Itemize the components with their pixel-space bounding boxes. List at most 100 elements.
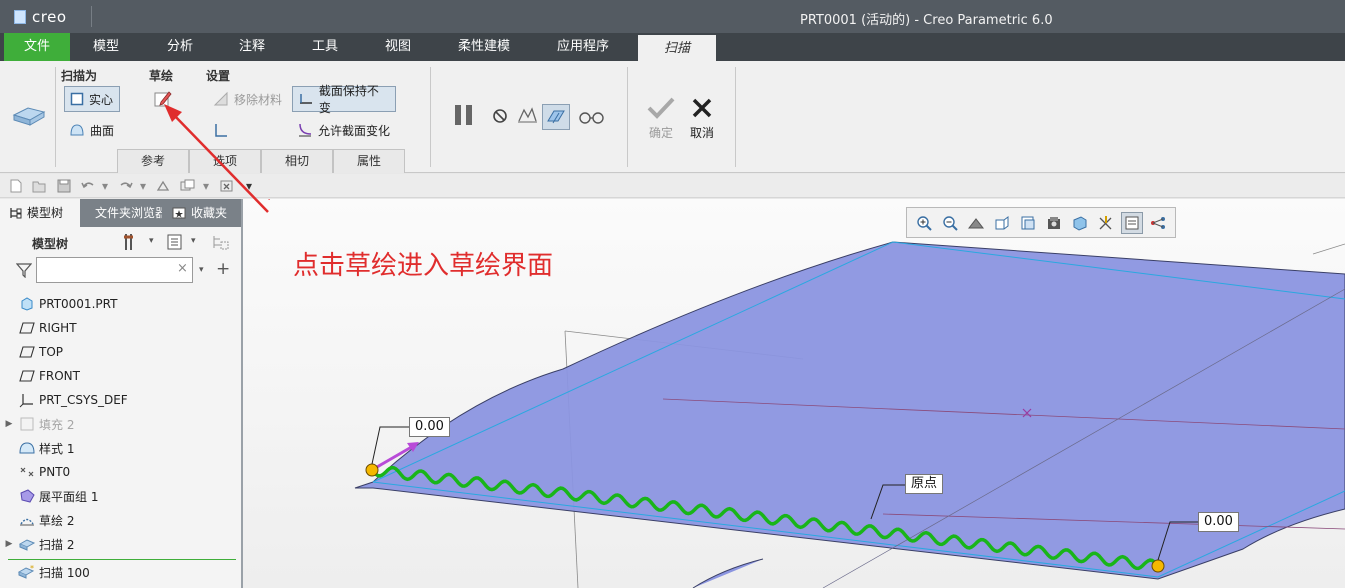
cancel-button[interactable]: 取消 — [685, 95, 719, 141]
no-preview-icon[interactable] — [492, 108, 508, 127]
redo-dropdown-icon[interactable]: ▾ — [139, 179, 147, 193]
tree-item-label: 扫描 100 — [39, 565, 90, 580]
search-dropdown-icon[interactable]: ▾ — [199, 265, 204, 275]
tree-show-dropdown-icon[interactable]: ▾ — [191, 236, 196, 246]
tree-item[interactable]: FRONT — [0, 365, 240, 387]
remove-material-button[interactable]: 移除材料 — [208, 86, 288, 112]
subtab-references[interactable]: 参考 — [117, 149, 189, 173]
variable-section-label: 允许截面变化 — [318, 123, 391, 138]
zoom-out-icon[interactable] — [939, 212, 961, 234]
tree-item[interactable]: RIGHT — [0, 317, 240, 339]
tab-favorites[interactable]: 收藏夹 — [164, 199, 241, 227]
tab-annotate[interactable]: 注释 — [218, 33, 286, 61]
tree-item[interactable]: 样式 1 — [0, 437, 240, 459]
tree-show-icon[interactable] — [166, 233, 184, 254]
ok-button[interactable]: 确定 — [644, 95, 678, 141]
regenerate-icon[interactable] — [156, 179, 170, 193]
fill-icon — [18, 416, 36, 432]
windows-icon[interactable] — [180, 179, 195, 193]
surface-label: 曲面 — [90, 123, 115, 138]
subtab-properties[interactable]: 属性 — [333, 149, 405, 173]
sketch-button[interactable] — [148, 86, 178, 112]
navigator-panel: 模型树 文件夹浏览器 收藏夹 模型树 ▾ ▾ × ▾ + PRT0001.PRT… — [0, 199, 243, 588]
start-point-handle[interactable] — [365, 463, 379, 477]
save-icon[interactable] — [57, 179, 71, 193]
tree-item[interactable]: PNT0 — [0, 461, 240, 483]
subtab-options[interactable]: 选项 — [189, 149, 261, 173]
tree-item-label: PRT_CSYS_DEF — [39, 393, 128, 407]
tab-tools[interactable]: 工具 — [291, 33, 359, 61]
refit-icon[interactable] — [965, 212, 987, 234]
tab-model[interactable]: 模型 — [72, 33, 140, 61]
clear-search-icon[interactable]: × — [177, 261, 188, 276]
tree-item[interactable]: TOP — [0, 341, 240, 363]
windows-dropdown-icon[interactable]: ▾ — [202, 179, 210, 193]
add-filter-icon[interactable]: + — [216, 259, 230, 279]
tab-file[interactable]: 文件 — [4, 33, 70, 61]
tree-item[interactable]: PRT0001.PRT — [0, 293, 240, 315]
model-tree-search-input[interactable] — [36, 257, 193, 283]
section-view-icon[interactable] — [1069, 212, 1091, 234]
surface-icon — [70, 124, 84, 136]
datum-display-icon[interactable] — [1095, 212, 1117, 234]
tree-item[interactable]: 展平面组 1 — [0, 485, 240, 507]
open-file-icon[interactable] — [32, 179, 46, 193]
surface-button[interactable]: 曲面 — [64, 117, 120, 143]
new-file-icon[interactable] — [9, 179, 23, 193]
start-dimension-label[interactable]: 0.00 — [409, 417, 450, 437]
thicken-button[interactable] — [208, 117, 234, 143]
constant-section-button[interactable]: 截面保持不变 — [292, 84, 396, 115]
expand-arrow-icon[interactable]: ▶ — [0, 419, 18, 429]
preview-feature-icon[interactable] — [542, 104, 570, 130]
tree-item[interactable]: ▶ 扫描 2 — [0, 533, 240, 555]
csys-icon — [18, 392, 36, 408]
model-tree-icon — [10, 208, 22, 219]
verify-glasses-icon[interactable] — [578, 109, 606, 128]
tree-item[interactable]: 草绘 2 — [0, 509, 240, 531]
saved-views-icon[interactable] — [1017, 212, 1039, 234]
customize-toolbar-icon[interactable]: ▾ — [244, 179, 254, 193]
tab-view[interactable]: 视图 — [364, 33, 432, 61]
expand-arrow-icon[interactable]: ▶ — [0, 539, 18, 549]
tree-item[interactable]: ▶ 填充 2 — [0, 413, 240, 435]
redo-icon[interactable] — [118, 179, 133, 193]
display-style-icon[interactable] — [1043, 212, 1065, 234]
end-point-handle[interactable] — [1151, 559, 1165, 573]
spin-center-icon[interactable] — [1147, 212, 1169, 234]
ribbon-subtabs: 参考 选项 相切 属性 — [117, 149, 405, 173]
solid-button[interactable]: 实心 — [64, 86, 120, 112]
reorient-icon[interactable] — [991, 212, 1013, 234]
sweep-feature-icon — [12, 103, 46, 132]
tree-settings-icon[interactable] — [122, 232, 144, 255]
graphics-window[interactable]: 点击草绘进入草绘界面 0.00 0.00 原点 — [243, 199, 1345, 588]
close-window-icon[interactable] — [220, 179, 234, 193]
variable-section-button[interactable]: 允许截面变化 — [292, 117, 396, 143]
tab-model-tree[interactable]: 模型树 — [0, 199, 80, 227]
tree-columns-icon[interactable] — [211, 233, 231, 254]
tab-applications[interactable]: 应用程序 — [540, 33, 626, 61]
filter-icon[interactable] — [15, 262, 33, 281]
zoom-in-icon[interactable] — [913, 212, 935, 234]
checkmark-icon — [647, 97, 675, 119]
tab-analysis[interactable]: 分析 — [146, 33, 214, 61]
tree-item-label: 展平面组 1 — [39, 489, 99, 504]
tree-item[interactable]: * 扫描 100 — [0, 561, 240, 583]
tab-flexible-modeling[interactable]: 柔性建模 — [440, 33, 528, 61]
annotation-display-icon[interactable] — [1121, 211, 1143, 234]
sweep-new-icon: * — [18, 564, 36, 580]
tab-folder-browser[interactable]: 文件夹浏览器 — [82, 199, 162, 227]
subtab-tangency[interactable]: 相切 — [261, 149, 333, 173]
tab-sweep[interactable]: 扫描 — [638, 33, 716, 61]
preview-geometry-icon[interactable] — [516, 105, 538, 130]
tab-folder-browser-label: 文件夹浏览器 — [95, 206, 162, 220]
tab-favorites-label: 收藏夹 — [191, 206, 228, 220]
undo-icon[interactable] — [80, 179, 94, 193]
end-dimension-label[interactable]: 0.00 — [1198, 512, 1239, 532]
tree-item-label: 草绘 2 — [39, 513, 75, 528]
pause-icon[interactable] — [452, 103, 476, 130]
window-title: PRT0001 (活动的) - Creo Parametric 6.0 — [800, 13, 1053, 28]
undo-dropdown-icon[interactable]: ▾ — [101, 179, 109, 193]
tree-settings-dropdown-icon[interactable]: ▾ — [149, 236, 154, 246]
origin-label[interactable]: 原点 — [905, 474, 944, 494]
tree-item[interactable]: PRT_CSYS_DEF — [0, 389, 240, 411]
